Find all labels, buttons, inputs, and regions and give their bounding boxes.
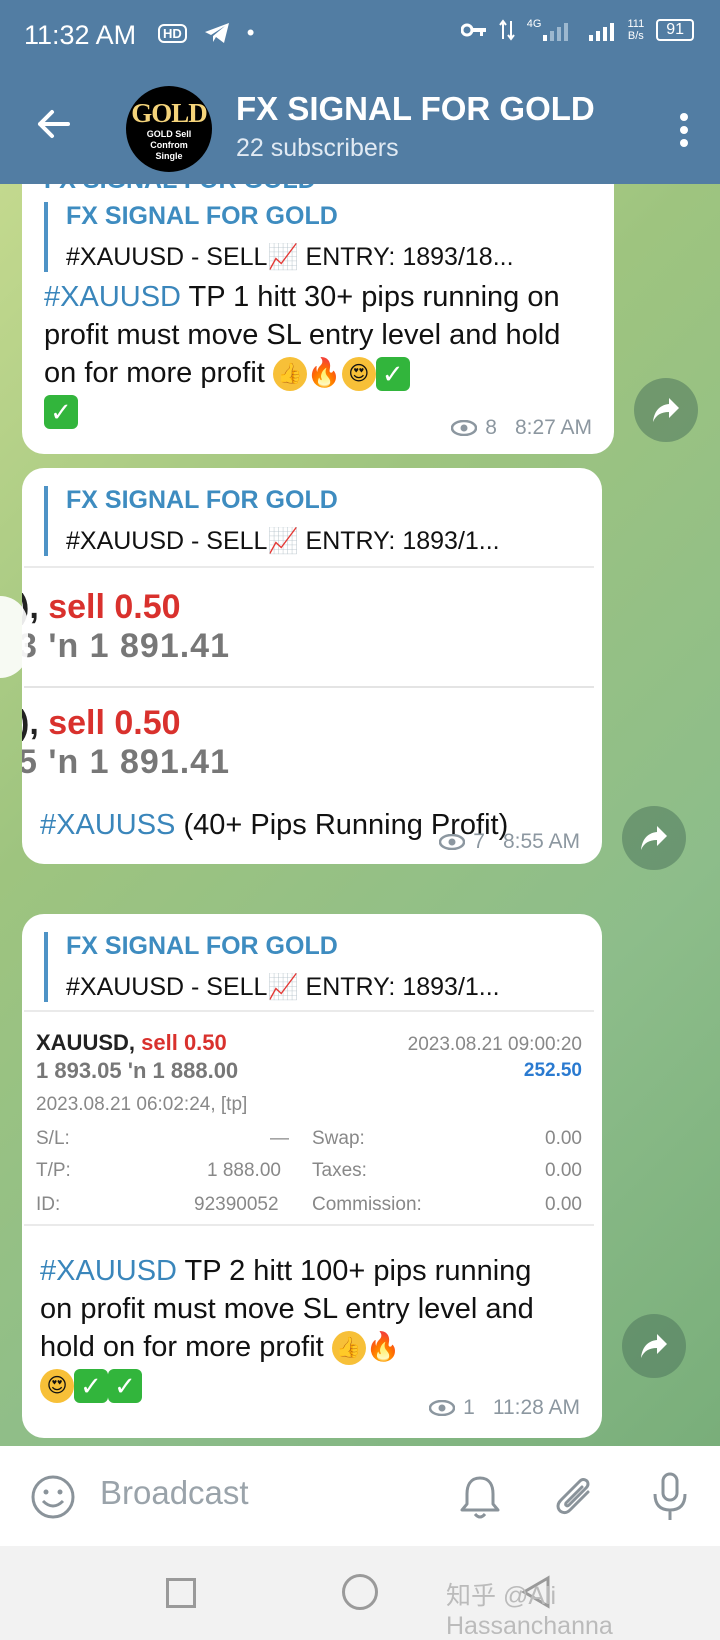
watermark: 知乎 @Ali Hassanchanna xyxy=(446,1582,613,1640)
trade-symbol: XAUUSD, sell 0.50 xyxy=(36,1030,227,1055)
trade-prices: 1 893.05 'n 1 888.00 xyxy=(36,1058,239,1083)
reply-quote[interactable]: FX SIGNAL FOR GOLD #XAUUSD - SELL📈 ENTRY… xyxy=(44,486,596,556)
message-meta: 8 8:27 AM xyxy=(451,416,592,440)
chat-area[interactable]: FX SIGNAL FOR GOLD FX SIGNAL FOR GOLD #X… xyxy=(0,184,720,1446)
share-icon xyxy=(653,398,679,422)
trade-row-2: ), sell 0.50 5 'n 1 891.41 xyxy=(22,704,231,781)
back-arrow-icon[interactable] xyxy=(34,104,74,144)
check-icon: ✓ xyxy=(108,1369,142,1404)
trade-open-time: 2023.08.21 06:02:24, [tp] xyxy=(36,1094,248,1115)
channel-title[interactable]: FX SIGNAL FOR GOLD xyxy=(236,90,595,128)
status-notification-icons: HD • xyxy=(158,20,254,46)
message-meta: 1 11:28 AM xyxy=(429,1396,580,1420)
message-text: #XAUUSD TP 1 hitt 30+ pips running on pr… xyxy=(44,281,561,430)
key-icon xyxy=(460,23,486,37)
share-icon xyxy=(641,826,667,850)
chat-header: GOLD GOLD Sell Confrom Single FX SIGNAL … xyxy=(0,72,720,184)
heart-eyes-icon: 😍 xyxy=(40,1369,74,1404)
signal-icon-2 xyxy=(589,23,615,41)
hashtag-link[interactable]: #XAUUSD xyxy=(40,1255,177,1287)
partial-title: FX SIGNAL FOR GOLD xyxy=(44,184,316,195)
trade-close-time: 2023.08.21 09:00:20 xyxy=(407,1034,582,1055)
share-button[interactable] xyxy=(622,806,686,870)
hashtag-link[interactable]: #XAUUSS xyxy=(40,809,175,841)
trade-screenshot[interactable]: ), sell 0.50 3 'n 1 891.41 ), sell 0.50 … xyxy=(22,566,594,800)
subscriber-count: 22 subscribers xyxy=(236,134,399,162)
share-icon xyxy=(641,1334,667,1358)
bell-icon[interactable] xyxy=(458,1474,502,1520)
eye-icon xyxy=(429,1400,456,1416)
trade-detail-screenshot[interactable]: XAUUSD, sell 0.50 2023.08.21 09:00:20 1 … xyxy=(24,1010,594,1226)
more-vert-icon[interactable] xyxy=(676,112,692,148)
reply-quote[interactable]: FX SIGNAL FOR GOLD #XAUUSD - SELL📈 ENTRY… xyxy=(44,932,596,1002)
heart-eyes-icon: 😍 xyxy=(341,357,376,392)
telegram-icon xyxy=(204,23,229,43)
composer-bar: Broadcast xyxy=(0,1446,720,1546)
home-button[interactable] xyxy=(342,1574,378,1610)
message-meta: 7 8:55 AM xyxy=(439,830,580,854)
check-icon: ✓ xyxy=(375,357,410,392)
status-bar: 11:32 AM HD • 4G 111 B/s 91 xyxy=(0,0,720,72)
status-right-icons: 4G 111 B/s 91 xyxy=(460,18,694,42)
reply-quote[interactable]: FX SIGNAL FOR GOLD #XAUUSD - SELL📈 ENTRY… xyxy=(44,202,596,272)
broadcast-input[interactable]: Broadcast xyxy=(100,1474,249,1512)
dot-icon: • xyxy=(246,20,255,45)
thumbs-up-icon: 👍 xyxy=(272,357,307,392)
share-button[interactable] xyxy=(622,1314,686,1378)
message-text: #XAUUSS (40+ Pips Running Profit) xyxy=(40,809,509,841)
eye-icon xyxy=(451,420,478,436)
fire-icon: 🔥 xyxy=(306,357,342,388)
trade-profit: 252.50 xyxy=(523,1060,582,1081)
data-arrows-icon xyxy=(498,19,515,41)
message-text: #XAUUSD TP 2 hitt 100+ pips running on p… xyxy=(40,1255,534,1404)
check-icon: ✓ xyxy=(44,395,78,430)
check-icon: ✓ xyxy=(74,1369,108,1404)
trade-row-1: ), sell 0.50 3 'n 1 891.41 xyxy=(22,588,231,665)
paperclip-icon[interactable] xyxy=(552,1472,598,1520)
system-nav-bar: 知乎 @Ali Hassanchanna xyxy=(0,1546,720,1640)
signal-icon xyxy=(543,23,569,41)
thumbs-up-icon: 👍 xyxy=(331,1331,366,1366)
battery-indicator: 91 xyxy=(656,19,694,41)
message-bubble-3[interactable]: FX SIGNAL FOR GOLD #XAUUSD - SELL📈 ENTRY… xyxy=(22,914,602,1438)
hd-icon: HD xyxy=(158,23,187,43)
status-time: 11:32 AM xyxy=(24,20,137,50)
message-bubble-1[interactable]: FX SIGNAL FOR GOLD FX SIGNAL FOR GOLD #X… xyxy=(22,184,614,454)
eye-icon xyxy=(439,834,466,850)
fire-icon: 🔥 xyxy=(365,1331,401,1362)
network-type: 4G xyxy=(526,18,542,30)
mic-icon[interactable] xyxy=(650,1470,690,1522)
emoji-icon[interactable] xyxy=(30,1474,76,1520)
channel-avatar[interactable]: GOLD GOLD Sell Confrom Single xyxy=(126,86,212,172)
message-bubble-2[interactable]: FX SIGNAL FOR GOLD #XAUUSD - SELL📈 ENTRY… xyxy=(22,468,602,864)
net-speed: 111 B/s xyxy=(627,18,645,42)
share-button[interactable] xyxy=(634,378,698,442)
hashtag-link[interactable]: #XAUUSD xyxy=(44,281,181,313)
recents-button[interactable] xyxy=(166,1578,196,1608)
